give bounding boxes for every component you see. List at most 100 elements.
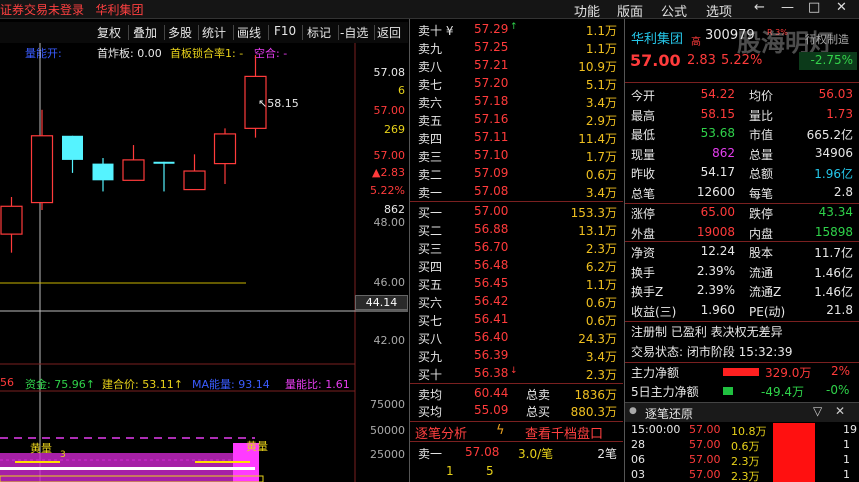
- stat-value: 54.22: [700, 87, 735, 101]
- volume-mark-2: 黄量: [246, 440, 268, 453]
- return-button[interactable]: 返回: [377, 24, 401, 41]
- tick-restore-header: ● 逐笔还原 ▽ ✕: [625, 402, 859, 422]
- bid-row[interactable]: 买二 56.88 13.1万: [410, 221, 623, 239]
- overlay-button[interactable]: 叠加: [133, 24, 157, 41]
- ask-row[interactable]: 卖八 57.21 10.9万: [410, 57, 623, 75]
- stat-value: 665.2亿: [806, 128, 853, 142]
- stat-value: 58.15: [700, 106, 735, 121]
- menu-formula[interactable]: 公式: [661, 1, 687, 20]
- main-net-5d-bar: [723, 387, 733, 395]
- top-menu-bar: 证券交易未登录 华利集团 功能 版面 公式 选项 ← — □ ✕: [0, 0, 859, 20]
- bid-row[interactable]: 买四 56.48 6.2万: [410, 257, 623, 275]
- stat-label: 今开: [631, 89, 656, 103]
- stat-label: 总额: [749, 167, 774, 181]
- candle-body: [122, 159, 145, 181]
- restore-rights-button[interactable]: 复权: [97, 24, 121, 41]
- menu-layout[interactable]: 版面: [617, 1, 643, 20]
- ask-row[interactable]: 卖一 57.08 3.4万: [410, 183, 623, 201]
- tick-time: 06: [631, 453, 645, 466]
- f10-button[interactable]: F10: [274, 24, 296, 38]
- kline-chart[interactable]: 量能开: 首炸板: 0.00 首板锁合率1: - 空合: - ↖58.15 56…: [0, 43, 408, 482]
- stat-value: 12600: [696, 184, 735, 199]
- tick-volume-bar: [773, 423, 815, 482]
- industry-link[interactable]: 行权制造: [805, 31, 849, 47]
- legend-volume-ratio: 量能比: 1.61: [285, 378, 350, 391]
- main-net-5d-label: 5日主力净额: [631, 385, 699, 399]
- stat-value: 2.39%: [696, 263, 735, 278]
- view-thousand-levels-tab[interactable]: 查看千档盘口: [525, 423, 603, 442]
- close-panel-icon[interactable]: ✕: [835, 404, 845, 418]
- stat-label: 最高: [631, 108, 656, 123]
- bid-row[interactable]: 买九 56.39 3.4万: [410, 347, 623, 365]
- trading-status: 交易状态: 闭市阶段 15:32:39: [631, 345, 793, 359]
- tick-time: 03: [631, 468, 645, 481]
- main-net-5d-value: -49.4万: [761, 385, 805, 399]
- back-arrow-icon[interactable]: ←: [754, 0, 765, 15]
- tick-analysis-tab[interactable]: 逐笔分析: [415, 423, 467, 442]
- stat-value: 15898: [814, 224, 853, 239]
- stat-label: 股本: [749, 246, 774, 260]
- menu-function[interactable]: 功能: [574, 1, 600, 20]
- stat-label: 内盘: [749, 226, 774, 241]
- stat-value: 54.17: [700, 165, 735, 179]
- stat-label: 换手Z: [631, 285, 664, 299]
- stat-value: 19008: [696, 224, 735, 239]
- ask-row[interactable]: 卖二 57.09 0.6万: [410, 165, 623, 183]
- statistics-button[interactable]: 统计: [202, 24, 226, 41]
- main-net-value: 329.0万: [765, 366, 812, 380]
- stat-value: 862: [712, 145, 735, 160]
- order-book: 卖十 ¥57.29 ↑ 1.1万 卖九 57.25 1.1万 卖八 57.21 10.9万 卖七 5…: [409, 19, 623, 482]
- candlestick-svg: [0, 43, 408, 482]
- stat-label: 量比: [749, 108, 774, 123]
- candle-body: [30, 135, 54, 204]
- axis-t6: ▲2.83: [372, 166, 405, 179]
- ask-row[interactable]: 卖七 57.20 5.1万: [410, 75, 623, 93]
- ask-row[interactable]: 卖九 57.25 1.1万: [410, 39, 623, 57]
- stat-label: PE(动): [749, 304, 786, 319]
- remove-favorite-button[interactable]: -自选: [340, 24, 368, 41]
- stat-value: 56.03: [818, 87, 853, 101]
- legend-capital: 资金: 75.96↑: [25, 378, 95, 391]
- stat-label: 流通Z: [749, 285, 782, 299]
- bid-row[interactable]: 买六 56.42 0.6万: [410, 293, 623, 311]
- bid-row[interactable]: 买五 56.45 1.1万: [410, 275, 623, 293]
- ask-row[interactable]: 卖十 ¥57.29 ↑ 1.1万: [410, 21, 623, 39]
- close-icon[interactable]: ✕: [836, 0, 847, 15]
- bid-row[interactable]: 买十 56.38 ↓ 2.3万: [410, 365, 623, 383]
- stat-value: 43.34: [818, 205, 853, 219]
- ask-row[interactable]: 卖五 57.16 2.9万: [410, 111, 623, 129]
- mark-button[interactable]: 标记: [307, 24, 331, 41]
- stat-label: 总量: [749, 147, 774, 162]
- ask-row[interactable]: 卖六 57.18 3.4万: [410, 93, 623, 111]
- price-change: 2.83: [687, 53, 716, 68]
- stat-value: 34906: [814, 145, 853, 160]
- tick-volume: 2.3万: [731, 455, 760, 468]
- dropdown-icon[interactable]: ▽: [813, 404, 822, 418]
- draw-line-button[interactable]: 画线: [237, 24, 261, 41]
- menu-options[interactable]: 选项: [706, 1, 732, 20]
- tick-time: 28: [631, 438, 645, 451]
- tick-price: 57.00: [689, 468, 721, 481]
- bid-row[interactable]: 买三 56.70 2.3万: [410, 239, 623, 257]
- collapse-icon[interactable]: ●: [629, 406, 637, 416]
- high-tag: 高: [691, 37, 701, 48]
- stat-label: 换手: [631, 265, 656, 280]
- ask-row[interactable]: 卖四 57.11 11.4万: [410, 129, 623, 147]
- axis-t7: 5.22%: [370, 184, 405, 197]
- multi-stock-button[interactable]: 多股: [168, 24, 192, 41]
- bid-row[interactable]: 买一 57.00 153.3万: [410, 203, 623, 221]
- stat-label: 总笔: [631, 186, 656, 201]
- axis-42: 42.00: [373, 334, 406, 347]
- tick-count: 1: [843, 468, 850, 481]
- stat-label: 跌停: [749, 207, 774, 221]
- minimize-icon[interactable]: —: [781, 0, 794, 15]
- stat-label: 均价: [749, 89, 774, 103]
- bid-row[interactable]: 买七 56.41 0.6万: [410, 311, 623, 329]
- trade-login-status[interactable]: 证券交易未登录 华利集团: [0, 1, 143, 18]
- bid-row[interactable]: 买八 56.40 24.3万: [410, 329, 623, 347]
- ask-row[interactable]: 卖三 57.10 1.7万: [410, 147, 623, 165]
- maximize-icon[interactable]: □: [808, 0, 820, 15]
- current-price: 57.00: [630, 51, 681, 70]
- axis-crosshair-price: 44.14: [355, 295, 408, 310]
- lightning-icon: ϟ: [496, 423, 505, 438]
